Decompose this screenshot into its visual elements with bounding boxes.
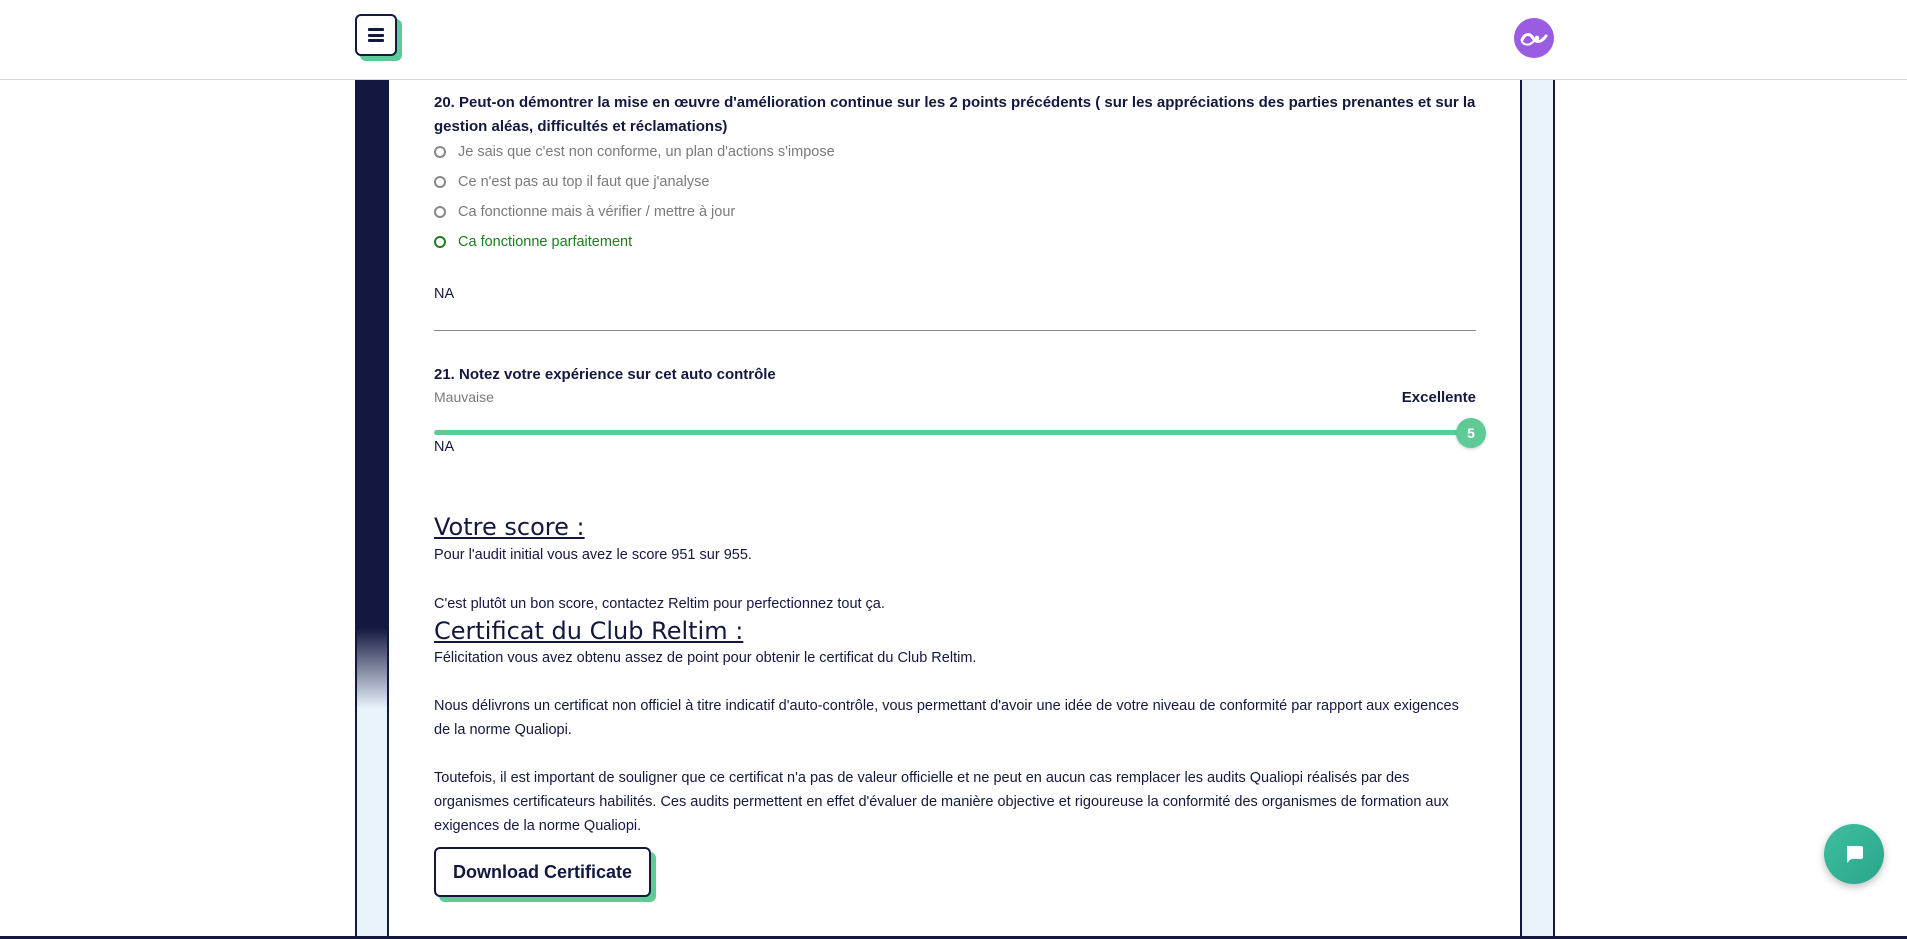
- certificate-heading: Certificat du Club Reltim :: [434, 617, 744, 645]
- score-text: Pour l'audit initial vous avez le score …: [434, 547, 752, 563]
- q20-option-2[interactable]: Ce n'est pas au top il faut que j'analys…: [434, 172, 709, 192]
- question-20-title: 20. Peut-on démontrer la mise en œuvre d…: [434, 94, 1476, 135]
- chat-button[interactable]: [1824, 824, 1884, 884]
- certificate-congrats-text: Félicitation vous avez obtenu assez de p…: [434, 650, 977, 666]
- chat-bubble-icon: [1847, 846, 1863, 863]
- rating-max-label: Excellente: [1401, 389, 1476, 406]
- q21-na-label: NA: [434, 439, 455, 455]
- rating-slider-thumb[interactable]: 5: [1456, 418, 1486, 448]
- top-bar: [0, 0, 1907, 80]
- menu-button[interactable]: [355, 14, 397, 56]
- certificate-info-text: Nous délivrons un certificat non officie…: [434, 698, 1459, 738]
- certificate-disclaimer-text: Toutefois, il est important de souligner…: [434, 770, 1449, 834]
- q20-na-label: NA: [434, 286, 455, 302]
- rating-min-label: Mauvaise: [434, 389, 494, 405]
- section-divider: [434, 330, 1476, 331]
- radio-button-selected[interactable]: [434, 236, 446, 248]
- option-label: Ce n'est pas au top il faut que j'analys…: [458, 174, 710, 190]
- question-21-title: 21. Notez votre expérience sur cet auto …: [434, 366, 776, 383]
- hamburger-menu-icon: [368, 28, 384, 42]
- q20-option-3[interactable]: Ca fonctionne mais à vérifier / mettre à…: [434, 202, 735, 222]
- option-label: Ca fonctionne mais à vérifier / mettre à…: [458, 204, 736, 220]
- option-label: Ca fonctionne parfaitement: [458, 234, 633, 250]
- q20-option-4[interactable]: Ca fonctionne parfaitement: [434, 232, 632, 252]
- left-frame-strip: [355, 80, 389, 939]
- radio-button[interactable]: [434, 146, 446, 158]
- radio-button[interactable]: [434, 206, 446, 218]
- radio-button[interactable]: [434, 176, 446, 188]
- reltim-logo-icon[interactable]: [1514, 18, 1554, 58]
- download-certificate-button[interactable]: Download Certificate: [434, 847, 651, 897]
- score-advice-text: C'est plutôt un bon score, contactez Rel…: [434, 596, 885, 612]
- rating-slider-track[interactable]: [434, 430, 1470, 435]
- option-label: Je sais que c'est non conforme, un plan …: [458, 144, 835, 160]
- right-frame-strip: [1520, 80, 1555, 939]
- score-heading: Votre score :: [434, 513, 585, 541]
- q20-option-1[interactable]: Je sais que c'est non conforme, un plan …: [434, 142, 835, 162]
